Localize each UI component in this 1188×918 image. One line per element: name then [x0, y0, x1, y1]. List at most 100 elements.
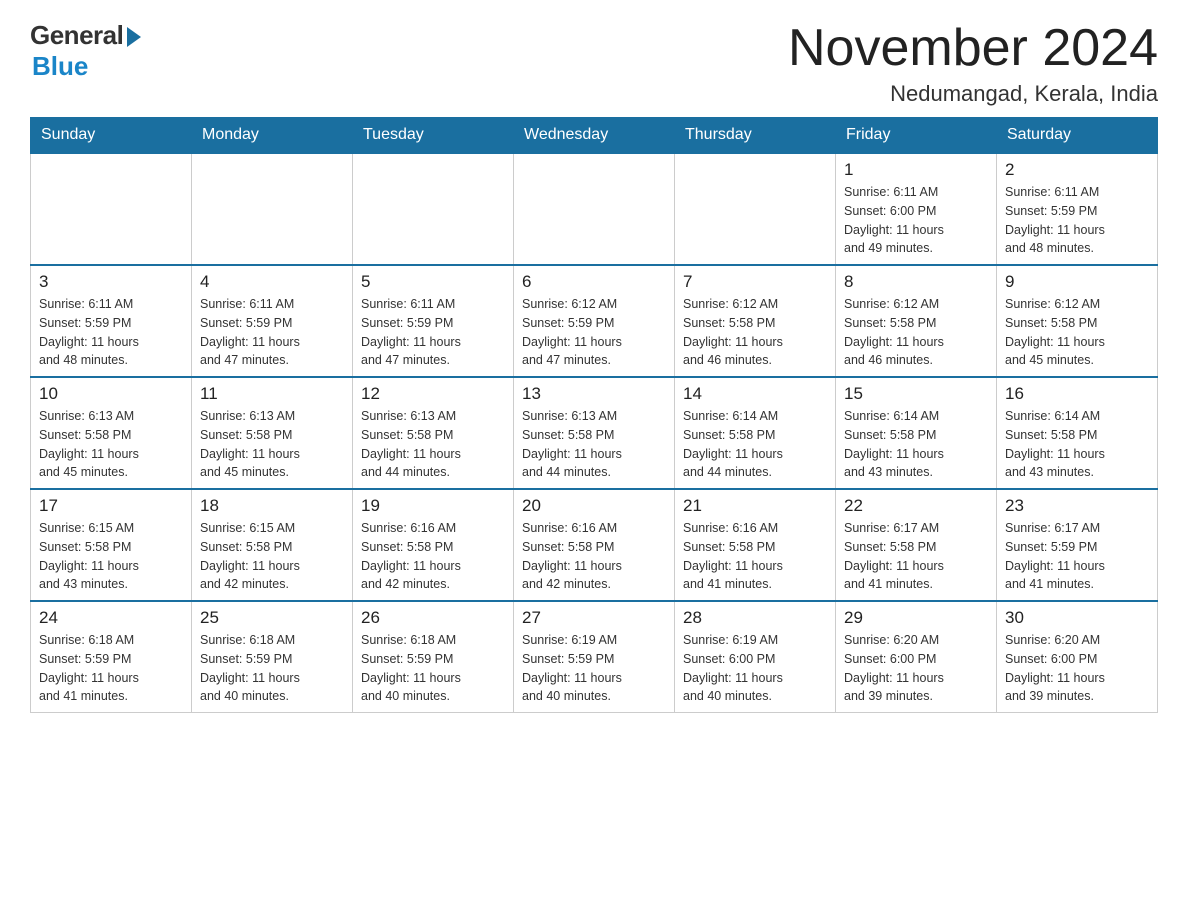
- calendar-cell: 13 Sunrise: 6:13 AM Sunset: 5:58 PM Dayli…: [514, 377, 675, 489]
- title-area: November 2024 Nedumangad, Kerala, India: [788, 20, 1158, 107]
- logo-blue-text: Blue: [32, 51, 88, 82]
- day-info: Sunrise: 6:14 AM Sunset: 5:58 PM Dayligh…: [844, 407, 988, 482]
- day-info: Sunrise: 6:14 AM Sunset: 5:58 PM Dayligh…: [683, 407, 827, 482]
- calendar-cell: 24 Sunrise: 6:18 AM Sunset: 5:59 PM Dayli…: [31, 601, 192, 713]
- weekday-header-wednesday: Wednesday: [514, 118, 675, 154]
- calendar-cell: [192, 153, 353, 265]
- day-number: 12: [361, 384, 505, 404]
- calendar-cell: [675, 153, 836, 265]
- day-info: Sunrise: 6:19 AM Sunset: 6:00 PM Dayligh…: [683, 631, 827, 706]
- day-number: 6: [522, 272, 666, 292]
- week-row-3: 10 Sunrise: 6:13 AM Sunset: 5:58 PM Dayli…: [31, 377, 1158, 489]
- day-number: 4: [200, 272, 344, 292]
- weekday-header-sunday: Sunday: [31, 118, 192, 154]
- day-number: 21: [683, 496, 827, 516]
- day-number: 3: [39, 272, 183, 292]
- calendar-cell: 4 Sunrise: 6:11 AM Sunset: 5:59 PM Daylig…: [192, 265, 353, 377]
- day-number: 1: [844, 160, 988, 180]
- day-number: 15: [844, 384, 988, 404]
- calendar-cell: 10 Sunrise: 6:13 AM Sunset: 5:58 PM Dayli…: [31, 377, 192, 489]
- day-info: Sunrise: 6:11 AM Sunset: 5:59 PM Dayligh…: [1005, 183, 1149, 258]
- week-row-2: 3 Sunrise: 6:11 AM Sunset: 5:59 PM Daylig…: [31, 265, 1158, 377]
- day-info: Sunrise: 6:13 AM Sunset: 5:58 PM Dayligh…: [522, 407, 666, 482]
- day-info: Sunrise: 6:13 AM Sunset: 5:58 PM Dayligh…: [39, 407, 183, 482]
- day-info: Sunrise: 6:16 AM Sunset: 5:58 PM Dayligh…: [683, 519, 827, 594]
- day-info: Sunrise: 6:11 AM Sunset: 5:59 PM Dayligh…: [39, 295, 183, 370]
- day-number: 26: [361, 608, 505, 628]
- calendar-cell: 26 Sunrise: 6:18 AM Sunset: 5:59 PM Dayli…: [353, 601, 514, 713]
- day-info: Sunrise: 6:11 AM Sunset: 5:59 PM Dayligh…: [361, 295, 505, 370]
- calendar-cell: 2 Sunrise: 6:11 AM Sunset: 5:59 PM Daylig…: [997, 153, 1158, 265]
- day-number: 17: [39, 496, 183, 516]
- day-info: Sunrise: 6:18 AM Sunset: 5:59 PM Dayligh…: [200, 631, 344, 706]
- calendar-cell: 3 Sunrise: 6:11 AM Sunset: 5:59 PM Daylig…: [31, 265, 192, 377]
- calendar-cell: 11Sunrise: 6:13 AM Sunset: 5:58 PM Dayli…: [192, 377, 353, 489]
- calendar-cell: 14 Sunrise: 6:14 AM Sunset: 5:58 PM Dayli…: [675, 377, 836, 489]
- day-number: 22: [844, 496, 988, 516]
- week-row-1: 1 Sunrise: 6:11 AM Sunset: 6:00 PM Daylig…: [31, 153, 1158, 265]
- calendar-cell: 28 Sunrise: 6:19 AM Sunset: 6:00 PM Dayli…: [675, 601, 836, 713]
- weekday-header-thursday: Thursday: [675, 118, 836, 154]
- day-info: Sunrise: 6:12 AM Sunset: 5:58 PM Dayligh…: [844, 295, 988, 370]
- logo-arrow-icon: [127, 27, 141, 47]
- day-number: 14: [683, 384, 827, 404]
- day-info: Sunrise: 6:20 AM Sunset: 6:00 PM Dayligh…: [844, 631, 988, 706]
- day-number: 30: [1005, 608, 1149, 628]
- calendar-cell: 22 Sunrise: 6:17 AM Sunset: 5:58 PM Dayli…: [836, 489, 997, 601]
- calendar-cell: 6 Sunrise: 6:12 AM Sunset: 5:59 PM Daylig…: [514, 265, 675, 377]
- day-info: Sunrise: 6:12 AM Sunset: 5:58 PM Dayligh…: [1005, 295, 1149, 370]
- day-number: 11: [200, 384, 344, 404]
- calendar-cell: 18Sunrise: 6:15 AM Sunset: 5:58 PM Dayli…: [192, 489, 353, 601]
- day-info: Sunrise: 6:12 AM Sunset: 5:59 PM Dayligh…: [522, 295, 666, 370]
- weekday-header-saturday: Saturday: [997, 118, 1158, 154]
- calendar-cell: 27Sunrise: 6:19 AM Sunset: 5:59 PM Dayli…: [514, 601, 675, 713]
- logo: General Blue: [30, 20, 141, 82]
- day-number: 27: [522, 608, 666, 628]
- day-info: Sunrise: 6:13 AM Sunset: 5:58 PM Dayligh…: [361, 407, 505, 482]
- day-number: 10: [39, 384, 183, 404]
- calendar-table: SundayMondayTuesdayWednesdayThursdayFrid…: [30, 117, 1158, 713]
- weekday-header-friday: Friday: [836, 118, 997, 154]
- day-info: Sunrise: 6:11 AM Sunset: 5:59 PM Dayligh…: [200, 295, 344, 370]
- day-number: 2: [1005, 160, 1149, 180]
- day-info: Sunrise: 6:18 AM Sunset: 5:59 PM Dayligh…: [361, 631, 505, 706]
- calendar-cell: 21 Sunrise: 6:16 AM Sunset: 5:58 PM Dayli…: [675, 489, 836, 601]
- calendar-cell: 19Sunrise: 6:16 AM Sunset: 5:58 PM Dayli…: [353, 489, 514, 601]
- day-number: 24: [39, 608, 183, 628]
- calendar-cell: [353, 153, 514, 265]
- day-number: 7: [683, 272, 827, 292]
- day-number: 13: [522, 384, 666, 404]
- calendar-cell: 29 Sunrise: 6:20 AM Sunset: 6:00 PM Dayli…: [836, 601, 997, 713]
- day-info: Sunrise: 6:17 AM Sunset: 5:58 PM Dayligh…: [844, 519, 988, 594]
- day-number: 25: [200, 608, 344, 628]
- calendar-cell: 12 Sunrise: 6:13 AM Sunset: 5:58 PM Dayli…: [353, 377, 514, 489]
- calendar-cell: 5 Sunrise: 6:11 AM Sunset: 5:59 PM Daylig…: [353, 265, 514, 377]
- calendar-cell: 20Sunrise: 6:16 AM Sunset: 5:58 PM Dayli…: [514, 489, 675, 601]
- calendar-cell: [514, 153, 675, 265]
- page-header: General Blue November 2024 Nedumangad, K…: [30, 20, 1158, 107]
- logo-general-text: General: [30, 20, 123, 51]
- day-info: Sunrise: 6:11 AM Sunset: 6:00 PM Dayligh…: [844, 183, 988, 258]
- day-number: 29: [844, 608, 988, 628]
- day-info: Sunrise: 6:15 AM Sunset: 5:58 PM Dayligh…: [39, 519, 183, 594]
- day-number: 9: [1005, 272, 1149, 292]
- calendar-cell: [31, 153, 192, 265]
- weekday-header-monday: Monday: [192, 118, 353, 154]
- calendar-cell: 16Sunrise: 6:14 AM Sunset: 5:58 PM Dayli…: [997, 377, 1158, 489]
- month-title: November 2024: [788, 20, 1158, 77]
- day-number: 28: [683, 608, 827, 628]
- day-info: Sunrise: 6:18 AM Sunset: 5:59 PM Dayligh…: [39, 631, 183, 706]
- day-number: 5: [361, 272, 505, 292]
- day-info: Sunrise: 6:12 AM Sunset: 5:58 PM Dayligh…: [683, 295, 827, 370]
- calendar-cell: 25 Sunrise: 6:18 AM Sunset: 5:59 PM Dayli…: [192, 601, 353, 713]
- day-number: 8: [844, 272, 988, 292]
- day-number: 18: [200, 496, 344, 516]
- day-info: Sunrise: 6:17 AM Sunset: 5:59 PM Dayligh…: [1005, 519, 1149, 594]
- day-number: 23: [1005, 496, 1149, 516]
- day-info: Sunrise: 6:16 AM Sunset: 5:58 PM Dayligh…: [522, 519, 666, 594]
- calendar-cell: 9 Sunrise: 6:12 AM Sunset: 5:58 PM Daylig…: [997, 265, 1158, 377]
- calendar-cell: 17 Sunrise: 6:15 AM Sunset: 5:58 PM Dayli…: [31, 489, 192, 601]
- weekday-header-tuesday: Tuesday: [353, 118, 514, 154]
- calendar-cell: 15 Sunrise: 6:14 AM Sunset: 5:58 PM Dayli…: [836, 377, 997, 489]
- weekday-header-row: SundayMondayTuesdayWednesdayThursdayFrid…: [31, 118, 1158, 154]
